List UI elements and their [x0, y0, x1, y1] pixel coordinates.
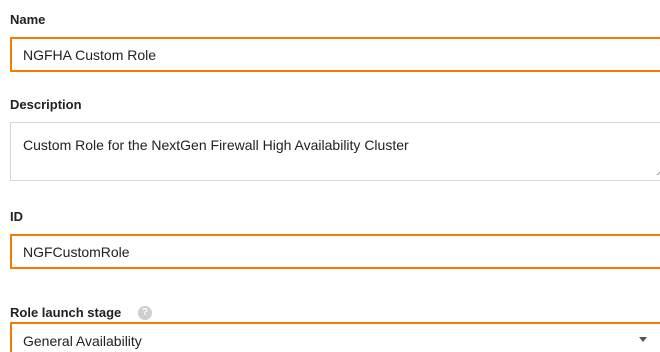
launch-stage-label: Role launch stage [10, 305, 122, 320]
id-input[interactable]: NGFCustomRole [10, 234, 660, 269]
chevron-down-icon [639, 337, 647, 342]
resize-grip-icon[interactable] [655, 168, 660, 176]
question-icon[interactable]: ? [138, 306, 152, 320]
launch-stage-select-value: General Availability [23, 333, 142, 349]
description-textarea[interactable]: Custom Role for the NextGen Firewall Hig… [10, 122, 660, 181]
name-label: Name [10, 12, 46, 27]
create-role-form: Name NGFHA Custom Role Description Custo… [0, 0, 660, 352]
id-input-value: NGFCustomRole [23, 244, 130, 260]
name-input[interactable]: NGFHA Custom Role [10, 37, 660, 72]
id-label: ID [10, 209, 23, 224]
name-input-value: NGFHA Custom Role [23, 47, 157, 63]
description-label: Description [10, 97, 82, 112]
description-textarea-value: Custom Role for the NextGen Firewall Hig… [23, 137, 409, 153]
launch-stage-select[interactable]: General Availability [10, 322, 660, 352]
